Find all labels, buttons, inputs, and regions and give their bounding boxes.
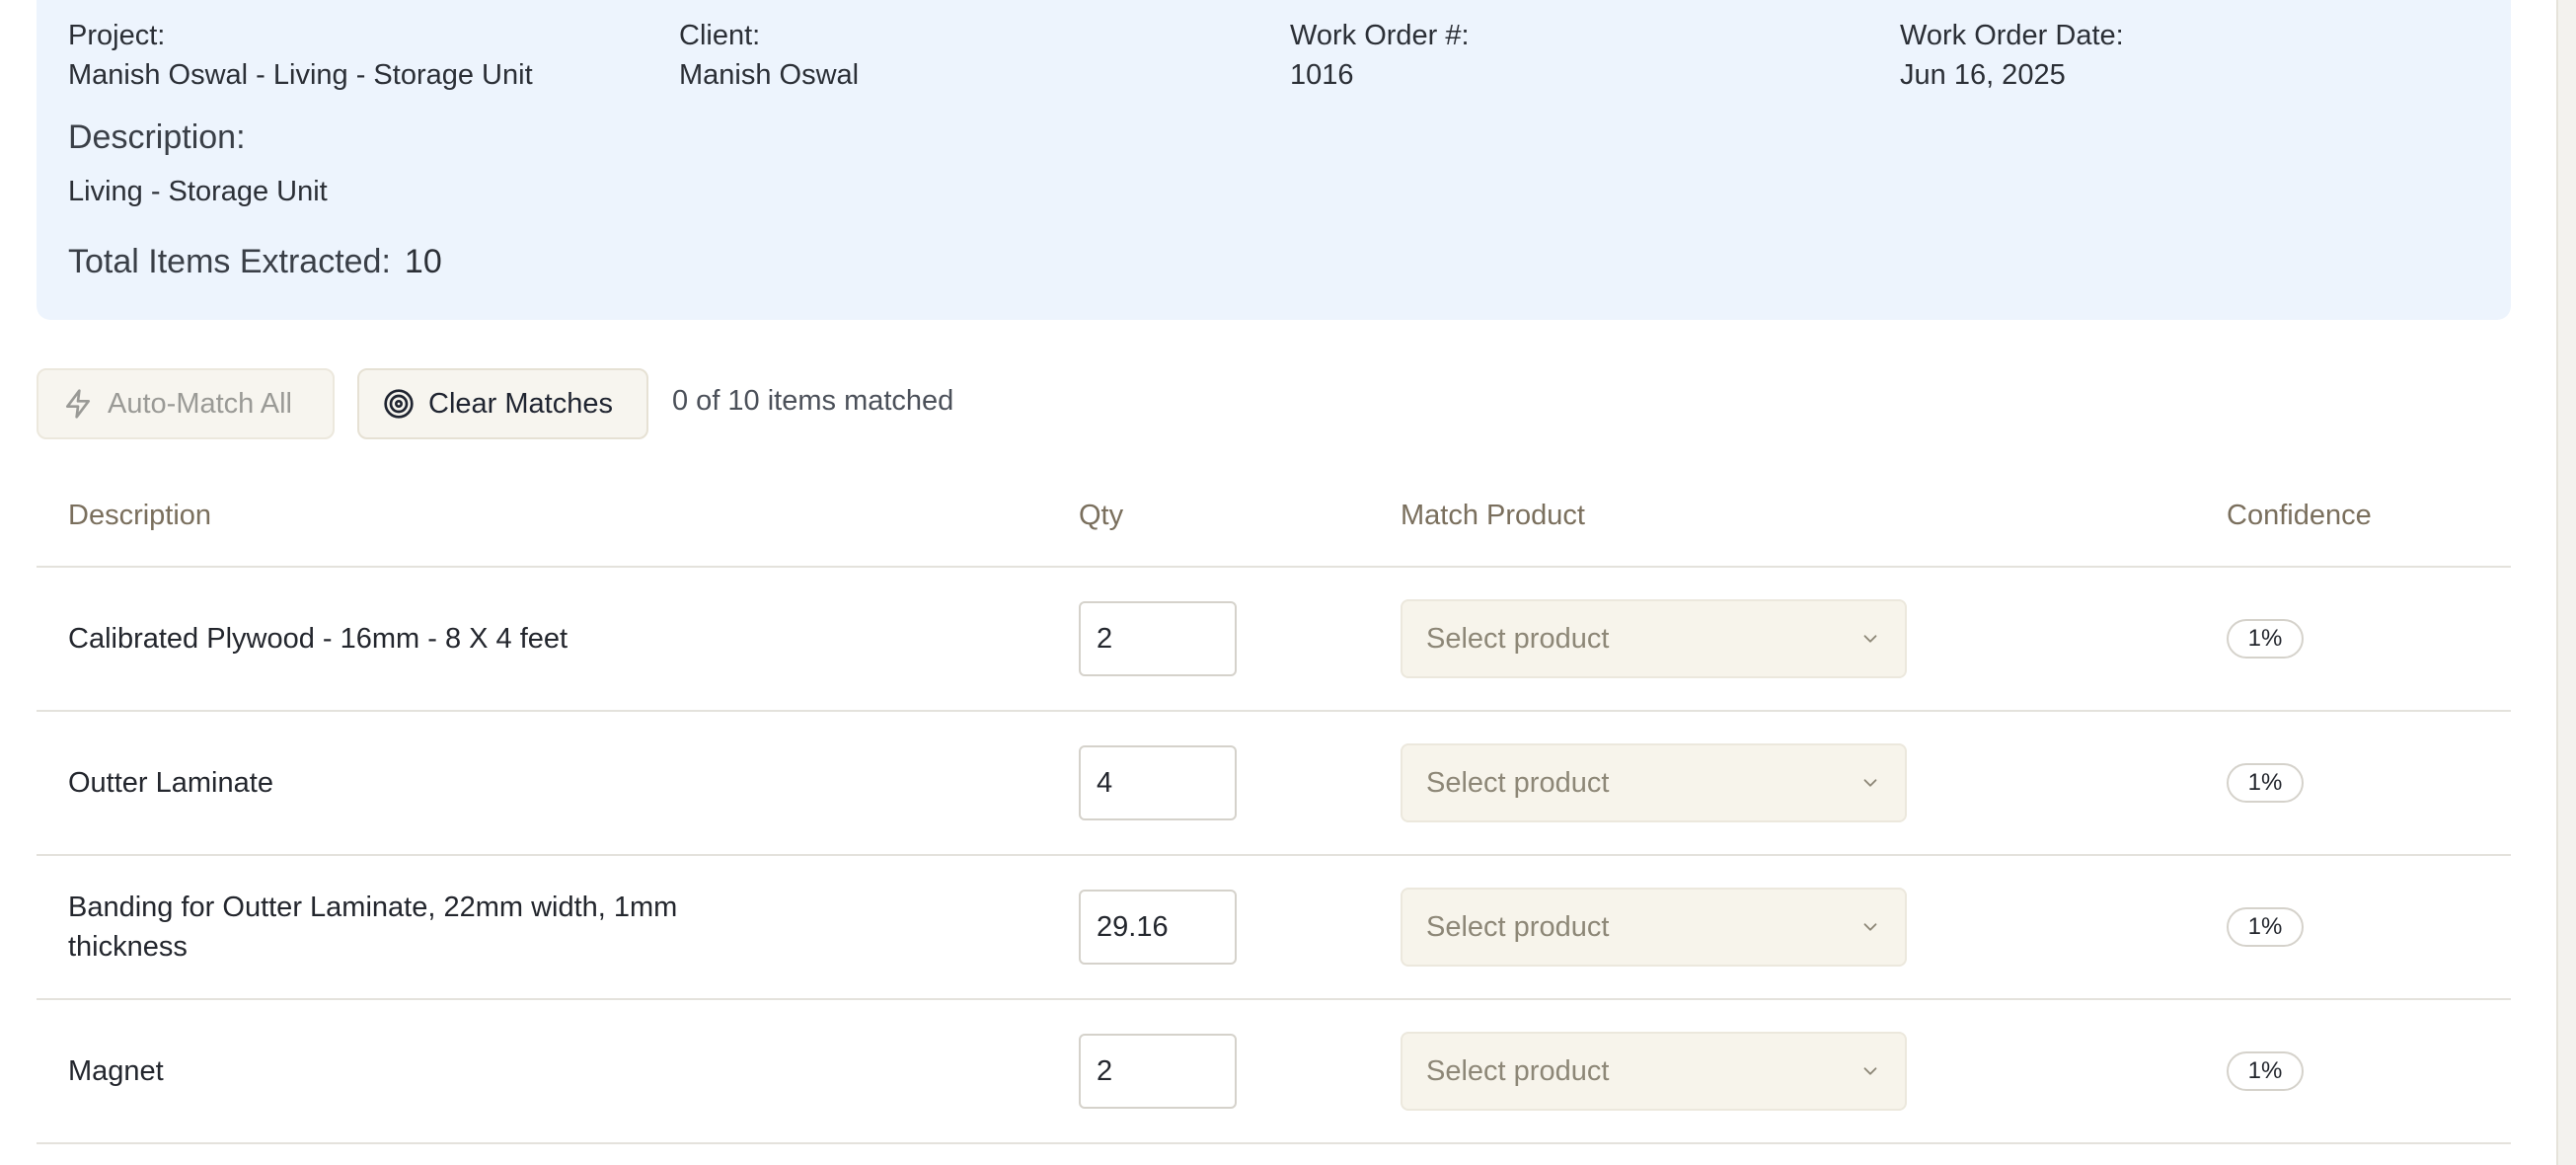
product-select[interactable]: Select product <box>1401 599 1907 678</box>
item-description: Banding for Outter Laminate, 22mm width,… <box>68 892 678 963</box>
item-description: Outter Laminate <box>68 767 273 799</box>
confidence-badge: 1% <box>2227 763 2304 803</box>
chevron-down-icon <box>1863 779 1877 787</box>
match-status-text: 0 of 10 items matched <box>672 385 954 417</box>
project-value: Manish Oswal - Living - Storage Unit <box>68 59 533 91</box>
work-order-number-label: Work Order #: <box>1290 20 1470 51</box>
confidence-badge: 1% <box>2227 619 2304 659</box>
quantity-input[interactable] <box>1079 1034 1237 1109</box>
clear-matches-button[interactable]: Clear Matches <box>357 368 648 439</box>
product-select[interactable]: Select product <box>1401 1032 1907 1111</box>
product-select-placeholder: Select product <box>1426 910 1610 943</box>
chevron-down-icon <box>1863 923 1877 931</box>
confidence-badge: 1% <box>2227 1051 2304 1091</box>
work-order-page: Project: Manish Oswal - Living - Storage… <box>0 0 2576 1165</box>
product-select[interactable]: Select product <box>1401 888 1907 967</box>
scrollbar-track[interactable] <box>2556 0 2576 1165</box>
total-items-value: 10 <box>404 243 442 280</box>
project-label: Project: <box>68 20 166 51</box>
table-row: Outter Laminate Select product 1% <box>37 712 2511 856</box>
quantity-input[interactable] <box>1079 601 1237 676</box>
item-description: Calibrated Plywood - 16mm - 8 X 4 feet <box>68 623 568 655</box>
product-select[interactable]: Select product <box>1401 743 1907 822</box>
lightning-icon <box>66 389 90 419</box>
project-field: Project: Manish Oswal - Living - Storage… <box>68 16 533 95</box>
total-items-label: Total Items Extracted: <box>68 243 391 280</box>
description-value: Living - Storage Unit <box>68 176 328 207</box>
table-row: Calibrated Plywood - 16mm - 8 X 4 feet S… <box>37 568 2511 712</box>
description-heading: Description: <box>68 118 246 156</box>
column-header-match-product: Match Product <box>1401 500 1585 531</box>
work-order-info-panel: Project: Manish Oswal - Living - Storage… <box>37 0 2511 320</box>
quantity-input[interactable] <box>1079 890 1237 965</box>
chevron-down-icon <box>1863 635 1877 643</box>
column-header-confidence: Confidence <box>2227 500 2372 531</box>
total-items-extracted: Total Items Extracted: 10 <box>68 243 442 281</box>
column-header-description: Description <box>68 500 212 531</box>
item-description: Magnet <box>68 1055 164 1087</box>
table-row: Magnet Select product 1% <box>37 1000 2511 1144</box>
client-value: Manish Oswal <box>679 59 860 91</box>
client-field: Client: Manish Oswal <box>679 16 859 95</box>
chevron-down-icon <box>1863 1067 1877 1075</box>
client-label: Client: <box>679 20 761 51</box>
items-table: Description Qty Match Product Confidence… <box>37 472 2511 1144</box>
clear-matches-label: Clear Matches <box>428 387 613 420</box>
work-order-number-field: Work Order #: 1016 <box>1290 16 1470 95</box>
column-header-qty: Qty <box>1079 500 1124 531</box>
work-order-number-value: 1016 <box>1290 59 1354 91</box>
table-row: Banding for Outter Laminate, 22mm width,… <box>37 856 2511 1000</box>
quantity-input[interactable] <box>1079 745 1237 820</box>
work-order-date-field: Work Order Date: Jun 16, 2025 <box>1900 16 2124 95</box>
auto-match-all-label: Auto-Match All <box>108 387 292 420</box>
auto-match-all-button[interactable]: Auto-Match All <box>37 368 335 439</box>
product-select-placeholder: Select product <box>1426 622 1610 655</box>
target-icon <box>384 389 414 419</box>
table-header: Description Qty Match Product Confidence <box>37 472 2511 568</box>
product-select-placeholder: Select product <box>1426 1054 1610 1087</box>
work-order-date-label: Work Order Date: <box>1900 20 2124 51</box>
confidence-badge: 1% <box>2227 907 2304 947</box>
product-select-placeholder: Select product <box>1426 766 1610 799</box>
work-order-date-value: Jun 16, 2025 <box>1900 59 2066 91</box>
